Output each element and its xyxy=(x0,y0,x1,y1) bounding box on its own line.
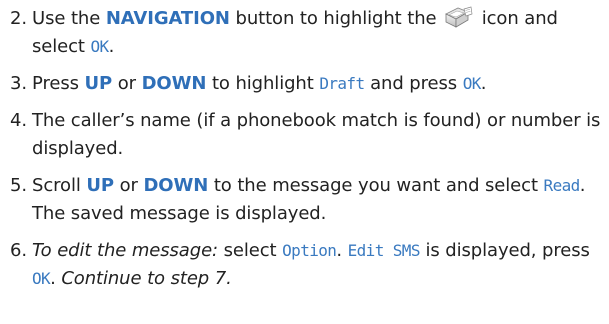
step-lead-in: To edit the message: xyxy=(32,240,219,261)
step-text: . xyxy=(336,240,348,261)
step-6: 6. To edit the message: select Option. E… xyxy=(10,237,601,293)
step-number: 5. xyxy=(10,175,27,196)
step-text: and press xyxy=(364,73,463,94)
step-number: 2. xyxy=(10,8,27,29)
up-key-label: UP xyxy=(86,175,114,196)
step-text: is displayed, press xyxy=(419,240,590,261)
display-text-read: Read xyxy=(543,176,581,195)
down-key-label: DOWN xyxy=(143,175,209,196)
step-text: . xyxy=(108,36,115,57)
instruction-list: 2. Use the NAVIGATION button to highligh… xyxy=(10,5,601,293)
navigation-key-label: NAVIGATION xyxy=(105,8,230,29)
step-text: Use the xyxy=(32,8,106,29)
down-key-label: DOWN xyxy=(141,73,207,94)
step-text: select xyxy=(218,240,283,261)
up-key-label: UP xyxy=(84,73,113,94)
step-number: 4. xyxy=(10,110,27,131)
step-text: . xyxy=(480,73,487,94)
display-text-ok: OK xyxy=(90,37,110,56)
step-text: Scroll xyxy=(32,175,87,196)
display-text-option: Option xyxy=(282,241,337,260)
step-continue-note: Continue to step 7. xyxy=(61,268,232,289)
step-text: or xyxy=(113,175,144,196)
step-5: 5. Scroll UP or DOWN to the message you … xyxy=(10,172,601,228)
step-text: button to highlight the xyxy=(229,8,443,29)
display-text-ok: OK xyxy=(462,74,482,93)
step-number: 6. xyxy=(10,240,27,261)
display-text-edit-sms: Edit SMS xyxy=(347,241,421,260)
step-text: The caller’s name (if a phonebook match … xyxy=(32,110,601,159)
display-text-draft: Draft xyxy=(319,74,365,93)
step-text: . xyxy=(50,268,62,289)
step-text: to the message you want and select xyxy=(208,175,544,196)
step-number: 3. xyxy=(10,73,27,94)
messages-icon xyxy=(444,6,474,28)
step-2: 2. Use the NAVIGATION button to highligh… xyxy=(10,5,601,61)
step-text: or xyxy=(112,73,142,94)
step-4: 4. The caller’s name (if a phonebook mat… xyxy=(10,107,601,163)
manual-page: 2. Use the NAVIGATION button to highligh… xyxy=(0,0,609,324)
display-text-ok: OK xyxy=(32,269,51,288)
step-3: 3. Press UP or DOWN to highlight Draft a… xyxy=(10,70,601,98)
step-text: Press xyxy=(32,73,85,94)
step-text: to highlight xyxy=(206,73,320,94)
